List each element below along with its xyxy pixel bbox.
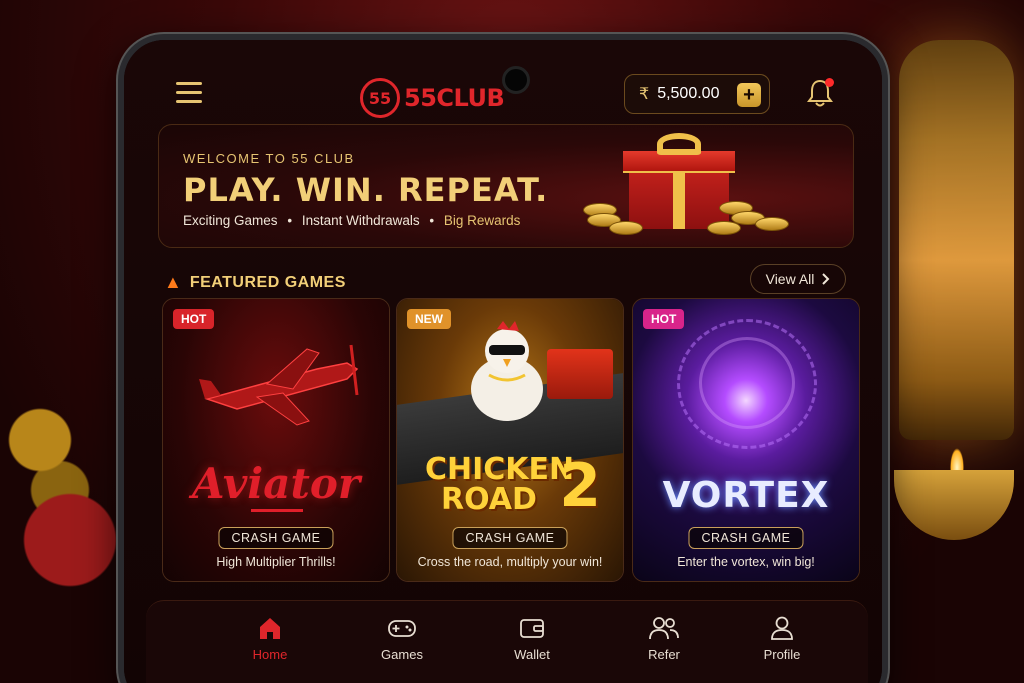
home-icon bbox=[260, 618, 280, 639]
coin-icon bbox=[755, 217, 789, 231]
banner-eyebrow: WELCOME TO 55 CLUB bbox=[183, 151, 355, 166]
game-tagline: Cross the road, multiply your win! bbox=[417, 555, 603, 569]
fire-icon: ▲ bbox=[164, 272, 182, 292]
nav-wallet[interactable]: Wallet bbox=[492, 615, 572, 662]
gamepad-icon bbox=[388, 620, 416, 637]
users-icon bbox=[649, 617, 679, 640]
wallet-icon bbox=[520, 619, 544, 638]
nav-label: Games bbox=[381, 647, 423, 662]
user-icon bbox=[771, 616, 793, 640]
hot-badge: HOT bbox=[173, 309, 215, 329]
gift-box-icon bbox=[623, 151, 735, 229]
view-all-label: View All bbox=[765, 271, 815, 287]
game-category: CRASH GAME bbox=[218, 527, 334, 549]
game-category: CRASH GAME bbox=[688, 527, 804, 549]
gift-bow-icon bbox=[657, 133, 701, 155]
rupee-icon: ₹ bbox=[639, 86, 650, 103]
banner-headline: PLAY. WIN. REPEAT. bbox=[183, 171, 549, 209]
logo-text: 55CLUB bbox=[404, 84, 505, 112]
new-badge: NEW bbox=[407, 309, 451, 329]
chevron-right-icon bbox=[822, 273, 830, 285]
banner-features: Exciting Games • Instant Withdrawals • B… bbox=[183, 213, 520, 228]
game-card-vortex[interactable]: HOT VORTEX CRASH GAME Enter the vortex, … bbox=[632, 298, 860, 582]
hot-badge: HOT bbox=[643, 309, 685, 329]
separator: • bbox=[287, 213, 293, 228]
welcome-banner[interactable]: WELCOME TO 55 CLUB PLAY. WIN. REPEAT. Ex… bbox=[158, 124, 854, 248]
lantern-image bbox=[899, 40, 1014, 440]
wallet-balance[interactable]: ₹ 5,500.00 + bbox=[624, 74, 770, 114]
separator: • bbox=[429, 213, 435, 228]
feature-text: Big Rewards bbox=[443, 213, 521, 228]
app-screen: 55 55CLUB ₹ 5,500.00 + WELCOME TO 55 CLU… bbox=[124, 40, 882, 683]
diya-image bbox=[894, 470, 1014, 540]
game-tagline: Enter the vortex, win big! bbox=[677, 555, 815, 569]
nav-home[interactable]: Home bbox=[230, 615, 310, 662]
nav-refer[interactable]: Refer bbox=[624, 615, 704, 662]
decor-right bbox=[884, 0, 1024, 683]
game-title: CHICKEN ROAD 2 bbox=[397, 451, 623, 521]
bottom-navigation: Home Games Wallet Refer Profile bbox=[146, 600, 868, 683]
notification-dot bbox=[825, 78, 834, 87]
view-all-button[interactable]: View All bbox=[750, 264, 846, 294]
airplane-icon bbox=[199, 344, 359, 426]
menu-icon[interactable] bbox=[176, 82, 202, 104]
balance-amount: 5,500.00 bbox=[657, 85, 720, 102]
coin-icon bbox=[609, 221, 643, 235]
coin-icon bbox=[707, 221, 741, 235]
game-category: CRASH GAME bbox=[452, 527, 568, 549]
nav-games[interactable]: Games bbox=[362, 615, 442, 662]
app-logo[interactable]: 55 55CLUB bbox=[360, 78, 505, 118]
feature-text: Instant Withdrawals bbox=[301, 213, 420, 228]
chicken-icon bbox=[471, 321, 543, 421]
add-funds-button[interactable]: + bbox=[737, 83, 761, 107]
nav-label: Home bbox=[252, 647, 288, 662]
phone-frame: 55 55CLUB ₹ 5,500.00 + WELCOME TO 55 CLU… bbox=[118, 34, 888, 683]
vortex-swirl-image bbox=[699, 337, 795, 429]
game-title-number: 2 bbox=[559, 451, 601, 521]
nav-label: Refer bbox=[648, 647, 680, 662]
game-tagline: High Multiplier Thrills! bbox=[216, 555, 336, 569]
nav-profile[interactable]: Profile bbox=[742, 615, 822, 662]
app-header: 55 55CLUB ₹ 5,500.00 + bbox=[124, 70, 882, 120]
nav-label: Profile bbox=[763, 647, 801, 662]
game-card-aviator[interactable]: HOT Aviator CRASH GAME High Multiplier T… bbox=[162, 298, 390, 582]
section-title: FEATURED GAMES bbox=[189, 273, 346, 291]
notification-bell-icon[interactable] bbox=[806, 78, 834, 108]
title-underline bbox=[251, 509, 303, 512]
nav-label: Wallet bbox=[514, 647, 550, 662]
feature-text: Exciting Games bbox=[183, 213, 278, 228]
featured-games-list: HOT Aviator CRASH GAME High Multiplier T… bbox=[162, 298, 860, 582]
game-title: Aviator bbox=[192, 459, 360, 508]
game-card-chicken-road-2[interactable]: NEW CHICKEN ROAD 2 CRASH GAME Cross the … bbox=[396, 298, 624, 582]
logo-badge: 55 bbox=[360, 78, 400, 118]
truck-image bbox=[547, 349, 613, 399]
game-title: VORTEX bbox=[662, 475, 830, 516]
featured-games-heading: ▲ FEATURED GAMES bbox=[164, 272, 346, 293]
